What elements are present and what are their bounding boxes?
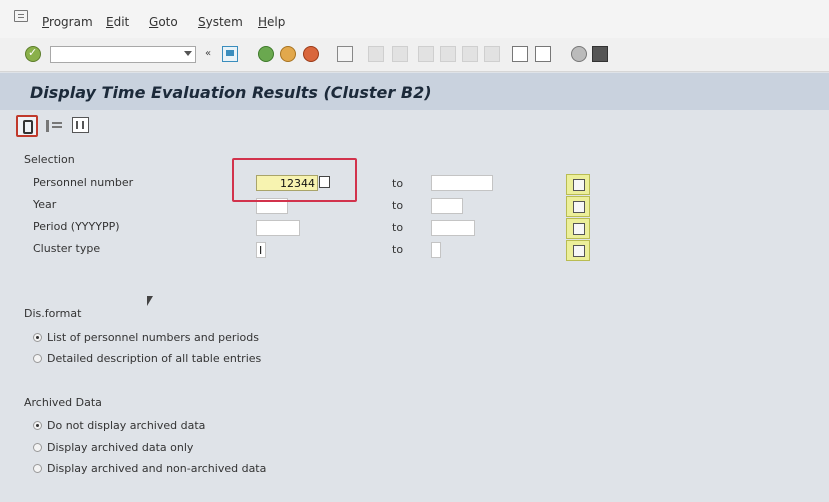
mouse-pointer-icon <box>147 296 153 306</box>
cluster-type-from-input[interactable]: I <box>256 242 266 258</box>
radio-archived-only[interactable]: Display archived data only <box>33 441 194 454</box>
radio-button[interactable] <box>33 443 42 452</box>
first-page-icon <box>418 46 434 62</box>
program-info-icon[interactable] <box>72 117 89 133</box>
collapse-icon[interactable]: « <box>205 48 211 59</box>
menu-program[interactable]: Program <box>42 15 93 29</box>
menu-edit[interactable]: Edit <box>106 15 129 29</box>
archived-data-group-title: Archived Data <box>24 396 102 409</box>
print-icon[interactable] <box>337 46 353 62</box>
execute-icon[interactable] <box>16 115 38 137</box>
monitor-icon[interactable] <box>592 46 608 62</box>
multiple-selection-icon[interactable] <box>566 196 590 217</box>
label-personnel-number: Personnel number <box>33 176 134 189</box>
radio-label: Display archived data only <box>47 441 194 454</box>
menu-icon[interactable] <box>14 10 28 22</box>
next-page-icon <box>462 46 478 62</box>
page-title: Display Time Evaluation Results (Cluster… <box>30 83 432 102</box>
to-label-personnel: to <box>392 177 404 190</box>
radio-no-archived[interactable]: Do not display archived data <box>33 419 206 432</box>
cancel-icon[interactable] <box>303 46 319 62</box>
field-highlight <box>232 158 357 202</box>
back-icon[interactable] <box>258 46 274 62</box>
command-field[interactable] <box>50 46 196 63</box>
radio-button[interactable] <box>33 421 42 430</box>
previous-page-icon <box>440 46 456 62</box>
radio-list-personnel[interactable]: List of personnel numbers and periods <box>33 331 259 344</box>
period-from-input[interactable] <box>256 220 300 236</box>
multiple-selection-icon[interactable] <box>566 174 590 195</box>
period-to-input[interactable] <box>431 220 475 236</box>
enter-icon[interactable] <box>25 46 41 62</box>
create-session-icon[interactable] <box>512 46 528 62</box>
radio-label: List of personnel numbers and periods <box>47 331 259 344</box>
chevron-down-icon[interactable] <box>184 51 192 56</box>
radio-button[interactable] <box>33 333 42 342</box>
radio-button[interactable] <box>33 464 42 473</box>
multiple-selection-icon[interactable] <box>566 240 590 261</box>
display-format-group-title: Dis.format <box>24 307 82 320</box>
shortcut-icon[interactable] <box>535 46 551 62</box>
label-period: Period (YYYYPP) <box>33 220 120 233</box>
personnel-number-to-input[interactable] <box>431 175 493 191</box>
radio-archived-and-non-archived[interactable]: Display archived and non-archived data <box>33 462 267 475</box>
get-variant-icon[interactable] <box>44 118 64 134</box>
save-icon[interactable] <box>222 46 238 62</box>
title-bar: Display Time Evaluation Results (Cluster… <box>0 73 829 110</box>
radio-detailed-description[interactable]: Detailed description of all table entrie… <box>33 352 262 365</box>
label-year: Year <box>33 198 57 211</box>
menu-system[interactable]: System <box>198 15 243 29</box>
menu-help[interactable]: Help <box>258 15 285 29</box>
standard-toolbar: « <box>0 38 829 72</box>
to-label-year: to <box>392 199 404 212</box>
exit-icon[interactable] <box>280 46 296 62</box>
label-cluster-type: Cluster type <box>33 242 101 255</box>
to-label-period: to <box>392 221 404 234</box>
find-icon <box>368 46 384 62</box>
multiple-selection-icon[interactable] <box>566 218 590 239</box>
customize-layout-icon[interactable] <box>571 46 587 62</box>
last-page-icon <box>484 46 500 62</box>
menu-bar: Program Edit Goto System Help <box>0 0 829 38</box>
radio-label: Detailed description of all table entrie… <box>47 352 262 365</box>
to-label-cluster: to <box>392 243 404 256</box>
selection-group-title: Selection <box>24 153 75 166</box>
find-next-icon <box>392 46 408 62</box>
year-to-input[interactable] <box>431 198 463 214</box>
radio-label: Display archived and non-archived data <box>47 462 267 475</box>
radio-label: Do not display archived data <box>47 419 206 432</box>
radio-button[interactable] <box>33 354 42 363</box>
menu-goto[interactable]: Goto <box>149 15 178 29</box>
cluster-type-to-input[interactable] <box>431 242 441 258</box>
